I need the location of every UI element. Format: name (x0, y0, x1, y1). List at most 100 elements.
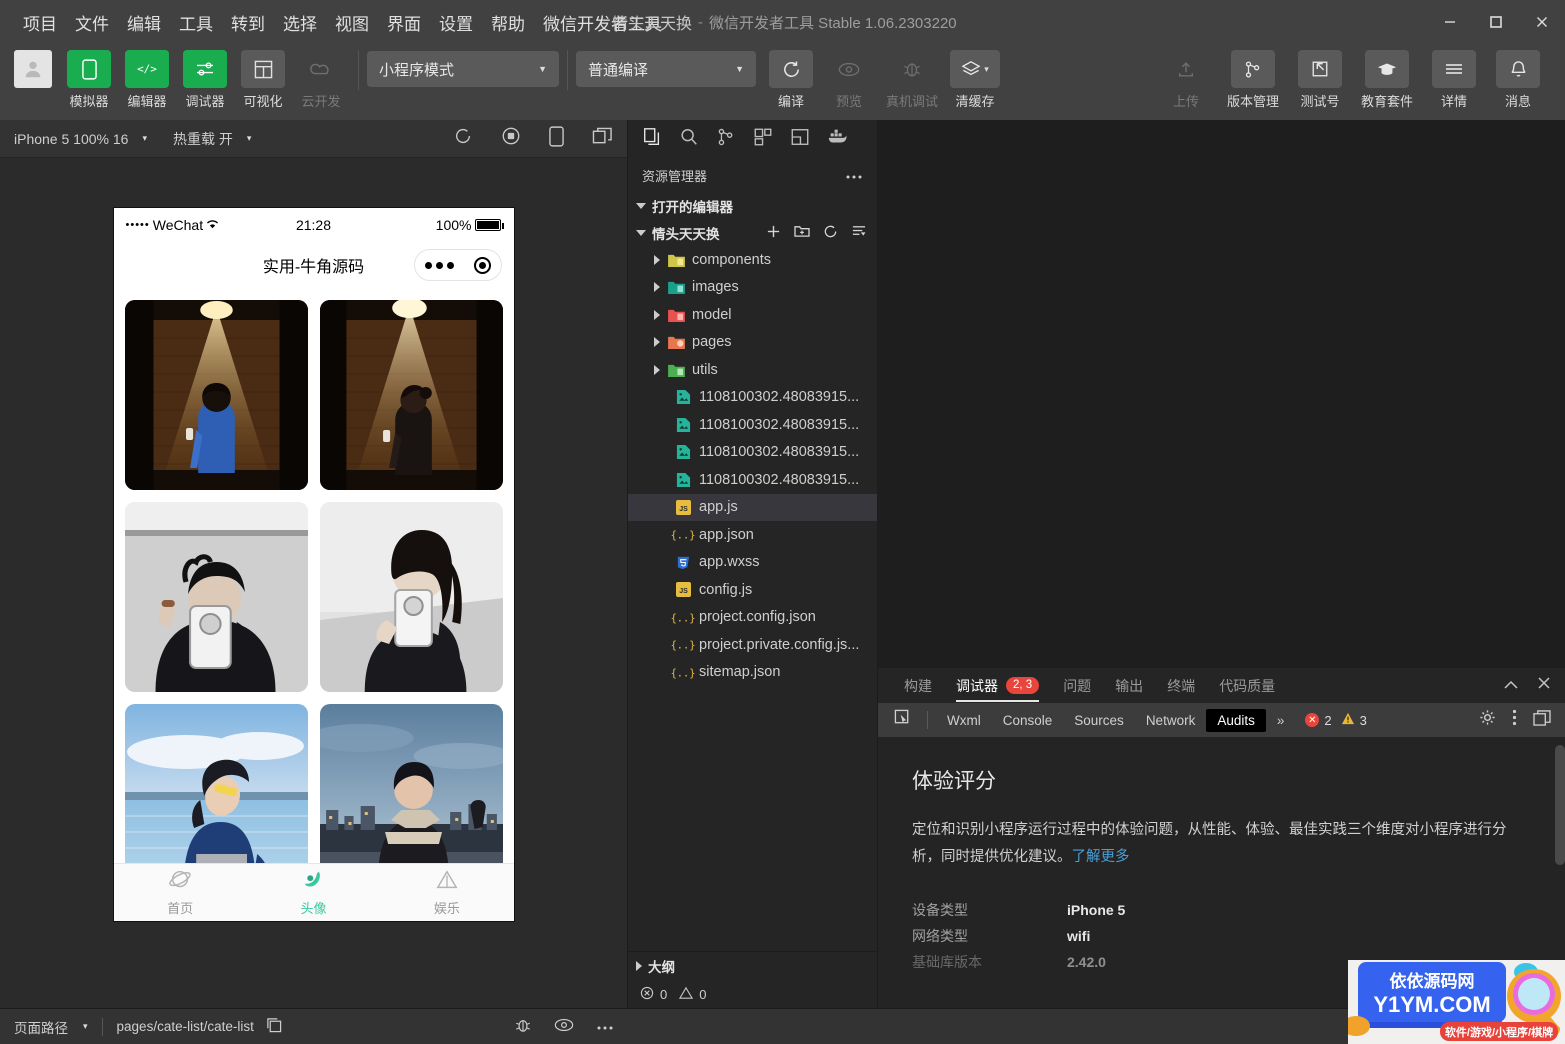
devtools-tab-sources[interactable]: Sources (1063, 709, 1135, 732)
debugger-tab-problems[interactable]: 问题 (1051, 668, 1103, 704)
debugger-tab-terminal[interactable]: 终端 (1155, 668, 1207, 704)
menu-item-file[interactable]: 文件 (66, 6, 118, 39)
chevron-up-icon[interactable] (1503, 677, 1519, 695)
avatar[interactable] (14, 50, 52, 88)
toolbar-button-clearcache[interactable]: ▾ 清缓存 (946, 50, 1004, 110)
file-row-image-4[interactable]: 1108100302.48083915... (628, 466, 877, 494)
photo-bw-woman-mirror[interactable] (320, 502, 503, 692)
photo-couple-man-wall[interactable] (125, 300, 308, 490)
toolbar-button-debugger[interactable]: 调试器 (176, 50, 234, 110)
toolbar-button-messages[interactable]: 消息 (1489, 50, 1547, 110)
eye-icon[interactable] (554, 1018, 574, 1035)
close-icon[interactable] (1537, 676, 1551, 695)
toolbar-button-realdevice[interactable]: 真机调试 (878, 50, 946, 110)
mode-select[interactable]: 小程序模式 ▼ (367, 51, 559, 87)
toolbar-button-cloud[interactable]: 云开发 (292, 50, 350, 110)
extensions-icon[interactable] (753, 127, 773, 152)
toolbar-button-visual[interactable]: 可视化 (234, 50, 292, 110)
file-row-project-config-json[interactable]: {..} project.config.json (628, 604, 877, 632)
section-outline[interactable]: 大纲 (628, 952, 877, 980)
menu-item-interface[interactable]: 界面 (378, 6, 430, 39)
files-icon[interactable] (642, 127, 662, 152)
file-row-app-js[interactable]: JS app.js (628, 494, 877, 522)
menu-item-view[interactable]: 视图 (326, 6, 378, 39)
target-icon[interactable] (474, 257, 491, 274)
toolbar-button-compile[interactable]: 编译 (762, 50, 820, 110)
photo-bw-man-mirror[interactable] (125, 502, 308, 692)
menu-item-project[interactable]: 项目 (14, 6, 66, 39)
tabbar-item-avatar[interactable]: 头像 (247, 864, 380, 921)
menu-item-goto[interactable]: 转到 (222, 6, 274, 39)
tabbar-item-home[interactable]: 首页 (114, 864, 247, 921)
tabbar-item-entertainment[interactable]: 娱乐 (380, 864, 513, 921)
ellipsis-icon[interactable] (596, 1019, 614, 1034)
folder-row-pages[interactable]: pages (628, 329, 877, 357)
compile-select[interactable]: 普通编译 ▼ (576, 51, 756, 87)
toolbar-button-education[interactable]: 教育套件 (1355, 50, 1419, 110)
devtools-tab-audits[interactable]: Audits (1206, 709, 1266, 732)
refresh-icon[interactable] (453, 126, 473, 151)
rotate-device-icon[interactable] (549, 126, 564, 152)
refresh-icon[interactable] (823, 224, 838, 242)
menu-item-edit[interactable]: 编辑 (118, 6, 170, 39)
debugger-tab-build[interactable]: 构建 (892, 668, 944, 704)
search-icon[interactable] (679, 127, 699, 152)
toolbar-button-upload[interactable]: 上传 (1157, 50, 1215, 110)
device-select[interactable]: iPhone 5 100% 16 ▾ (14, 131, 147, 147)
ellipsis-icon[interactable] (845, 168, 863, 183)
audits-learn-more-link[interactable]: 了解更多 (1072, 849, 1130, 865)
new-folder-icon[interactable] (794, 224, 810, 242)
menu-item-tools[interactable]: 工具 (170, 6, 222, 39)
bug-icon[interactable] (514, 1016, 532, 1037)
file-row-image-2[interactable]: 1108100302.48083915... (628, 411, 877, 439)
menu-item-help[interactable]: 帮助 (482, 6, 534, 39)
menu-item-settings[interactable]: 设置 (430, 6, 482, 39)
dock-icon[interactable] (1533, 710, 1551, 731)
gear-icon[interactable] (1479, 709, 1496, 731)
file-row-app-json[interactable]: {..} app.json (628, 521, 877, 549)
toolbar-button-editor[interactable]: </> 编辑器 (118, 50, 176, 110)
audits-scrollbar[interactable] (1555, 745, 1565, 865)
toolbar-button-simulator[interactable]: 模拟器 (60, 50, 118, 110)
devtools-tab-console[interactable]: Console (992, 709, 1064, 732)
folder-row-utils[interactable]: utils (628, 356, 877, 384)
photo-couple-woman-wall[interactable] (320, 300, 503, 490)
inspect-element-icon[interactable] (886, 709, 919, 731)
minimize-icon[interactable] (1427, 0, 1473, 44)
folder-row-components[interactable]: components (628, 246, 877, 274)
kebab-menu-icon[interactable] (1512, 709, 1517, 731)
record-icon[interactable] (501, 126, 521, 151)
copy-icon[interactable] (266, 1017, 282, 1036)
file-row-image-3[interactable]: 1108100302.48083915... (628, 439, 877, 467)
close-icon[interactable] (1519, 0, 1565, 44)
source-control-icon[interactable] (716, 127, 736, 152)
page-path-select[interactable]: 页面路径 ▾ (14, 1017, 88, 1037)
section-project-root[interactable]: 情头天天换 (628, 219, 877, 246)
photo-woman-pool[interactable] (125, 704, 308, 863)
section-open-editors[interactable]: 打开的编辑器 (628, 192, 877, 219)
new-file-icon[interactable] (766, 224, 781, 242)
wechat-capsule[interactable] (414, 249, 502, 281)
editor-area[interactable] (878, 120, 1565, 667)
file-row-sitemap-json[interactable]: {..} sitemap.json (628, 659, 877, 687)
debugger-tab-codequality[interactable]: 代码质量 (1207, 668, 1287, 704)
toolbar-button-preview[interactable]: 预览 (820, 50, 878, 110)
toolbar-button-version[interactable]: 版本管理 (1221, 50, 1285, 110)
folder-row-model[interactable]: model (628, 301, 877, 329)
menu-item-select[interactable]: 选择 (274, 6, 326, 39)
maximize-icon[interactable] (1473, 0, 1519, 44)
file-row-image-1[interactable]: 1108100302.48083915... (628, 384, 877, 412)
problems-summary[interactable]: 0 0 (628, 980, 877, 1008)
layout-panel-icon[interactable] (790, 127, 810, 152)
debugger-tab-output[interactable]: 输出 (1103, 668, 1155, 704)
devtools-overflow-button[interactable]: » (1266, 709, 1296, 732)
folder-row-images[interactable]: images (628, 274, 877, 302)
devtools-tab-wxml[interactable]: Wxml (936, 709, 992, 732)
toolbar-button-details[interactable]: 详情 (1425, 50, 1483, 110)
collapse-all-icon[interactable] (851, 224, 867, 242)
more-dots-icon[interactable] (425, 262, 454, 269)
hotreload-select[interactable]: 热重载 开 ▾ (173, 129, 251, 149)
devtools-tab-network[interactable]: Network (1135, 709, 1207, 732)
docker-icon[interactable] (827, 128, 849, 151)
file-row-app-wxss[interactable]: app.wxss (628, 549, 877, 577)
